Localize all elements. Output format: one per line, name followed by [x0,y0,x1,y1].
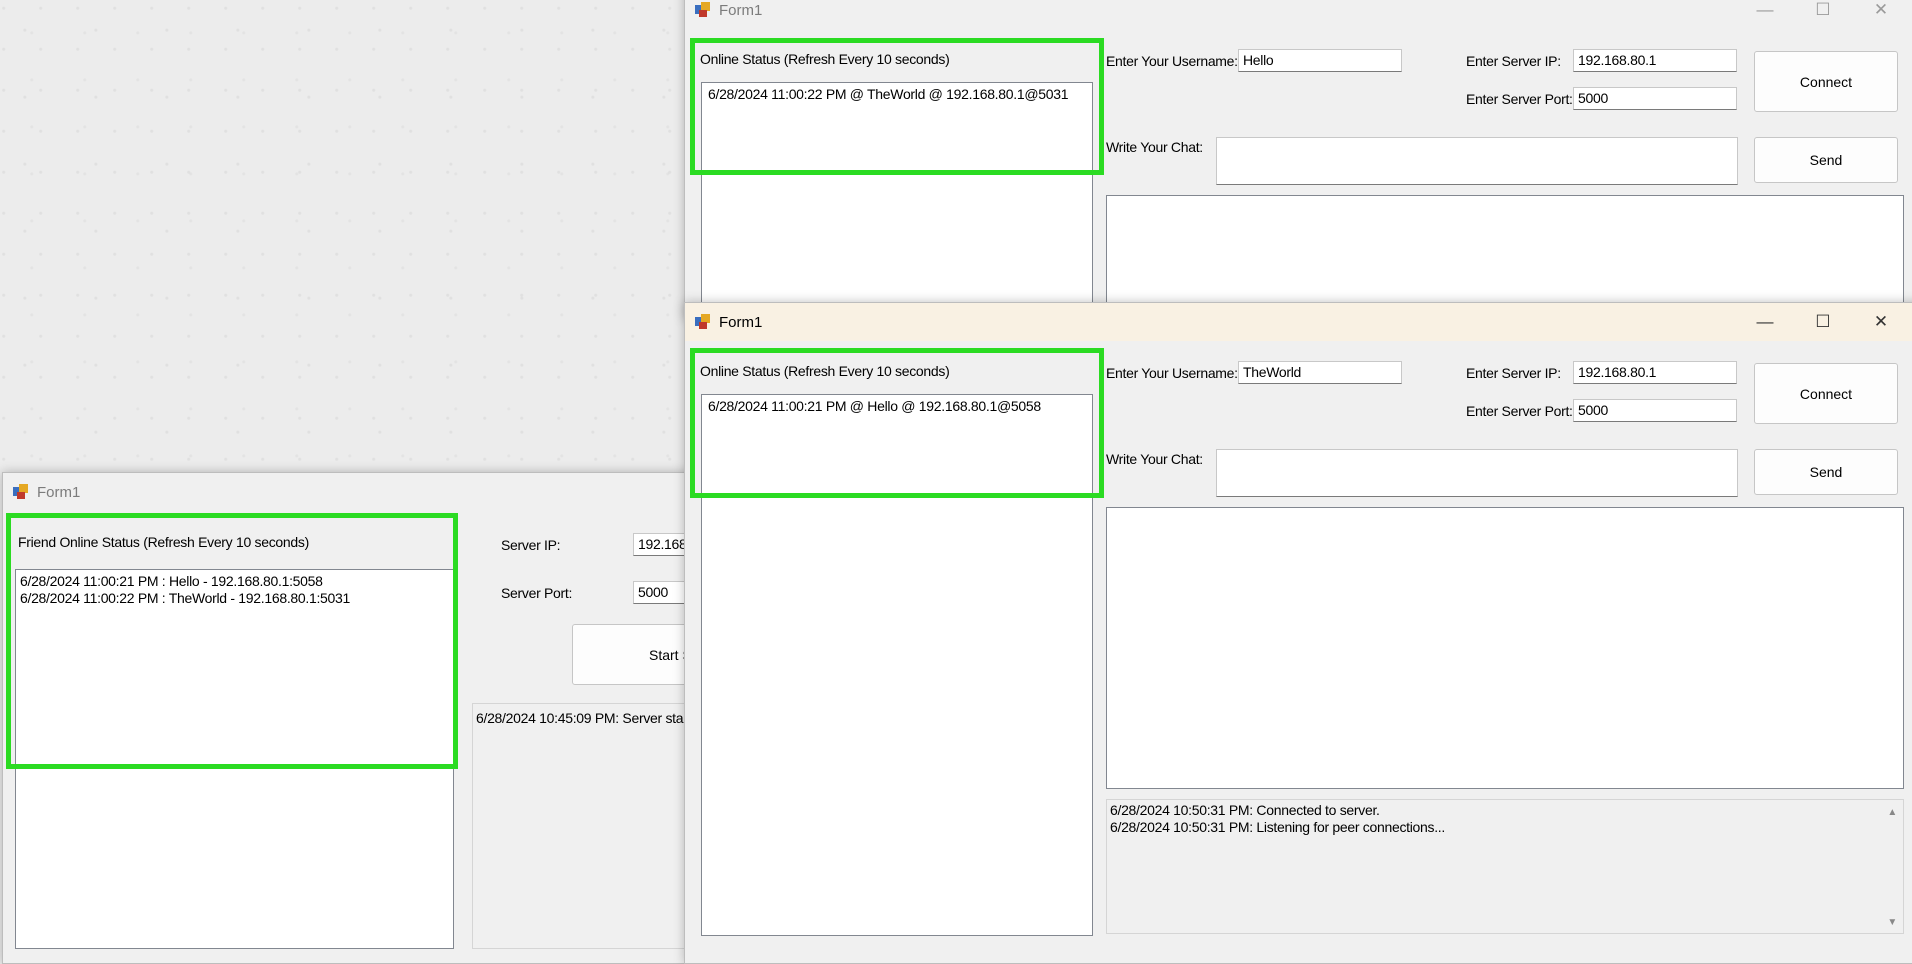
online-status-list[interactable]: 6/28/2024 11:00:22 PM @ TheWorld @ 192.1… [701,82,1093,319]
online-status-list[interactable]: 6/28/2024 11:00:21 PM @ Hello @ 192.168.… [701,394,1093,936]
client-world-window: Form1 — ☐ ✕ Online Status (Refresh Every… [684,302,1912,964]
minimize-icon[interactable]: — [1736,303,1794,341]
connect-label: Connect [1799,73,1853,90]
list-item[interactable]: 6/28/2024 11:00:21 PM @ Hello @ 192.168.… [706,398,1088,415]
chat-input[interactable] [1216,449,1738,497]
client-hello-titlebar[interactable]: Form1 — ☐ ✕ [685,0,1912,29]
window-title: Form1 [719,313,763,331]
chat-label: Write Your Chat: [1106,451,1203,467]
server-port-label: Enter Server Port: [1466,91,1573,107]
friend-status-list[interactable]: 6/28/2024 11:00:21 PM : Hello - 192.168.… [15,569,454,949]
server-ip-label: Enter Server IP: [1466,365,1561,381]
server-port-field[interactable]: 5000 [1573,399,1737,422]
log-line: 6/28/2024 10:50:31 PM: Connected to serv… [1110,802,1380,818]
log-line: 6/28/2024 10:50:31 PM: Listening for pee… [1110,819,1445,835]
client-world-titlebar[interactable]: Form1 — ☐ ✕ [685,303,1912,341]
connect-button[interactable]: Connect [1754,363,1898,424]
send-button[interactable]: Send [1754,449,1898,495]
list-item[interactable]: 6/28/2024 11:00:22 PM @ TheWorld @ 192.1… [706,86,1088,103]
send-button[interactable]: Send [1754,137,1898,183]
friend-status-label: Friend Online Status (Refresh Every 10 s… [18,534,309,550]
app-icon [13,484,29,500]
log-line: 6/28/2024 10:45:09 PM: Server started [476,710,704,726]
server-ip-label: Enter Server IP: [1466,53,1561,69]
username-field[interactable]: Hello [1238,49,1402,72]
online-status-label: Online Status (Refresh Every 10 seconds) [700,51,950,67]
server-ip-label: Server IP: [501,537,561,553]
scroll-up-icon[interactable]: ▲ [1887,804,1897,821]
maximize-icon[interactable]: ☐ [1794,303,1852,341]
server-ip-field[interactable]: 192.168.80.1 [1573,49,1737,72]
send-label: Send [1809,152,1843,168]
username-label: Enter Your Username: [1106,365,1238,381]
chat-input[interactable] [1216,137,1738,185]
close-icon[interactable]: ✕ [1852,303,1910,341]
connect-label: Connect [1799,385,1853,402]
server-titlebar[interactable]: Form1 [3,473,703,511]
app-icon [695,2,711,18]
list-item[interactable]: 6/28/2024 11:00:21 PM : Hello - 192.168.… [20,573,449,590]
username-field[interactable]: TheWorld [1238,361,1402,384]
server-ip-field[interactable]: 192.168.80.1 [1573,361,1737,384]
window-title: Form1 [37,483,81,501]
server-port-label: Enter Server Port: [1466,403,1573,419]
connection-log[interactable]: 6/28/2024 10:50:31 PM: Connected to serv… [1106,799,1904,934]
send-label: Send [1809,464,1843,480]
chat-history [1106,507,1904,789]
maximize-icon[interactable]: ☐ [1794,0,1852,29]
username-label: Enter Your Username: [1106,53,1238,69]
server-log: 6/28/2024 10:45:09 PM: Server started [472,703,704,949]
close-icon[interactable]: ✕ [1852,0,1910,29]
window-title: Form1 [719,1,763,19]
server-port-label: Server Port: [501,585,573,601]
connect-button[interactable]: Connect [1754,51,1898,112]
chat-label: Write Your Chat: [1106,139,1203,155]
server-window: Form1 Friend Online Status (Refresh Ever… [2,472,704,964]
list-item[interactable]: 6/28/2024 11:00:22 PM : TheWorld - 192.1… [20,590,449,607]
client-hello-window: Form1 — ☐ ✕ Online Status (Refresh Every… [684,0,1912,320]
server-port-field[interactable]: 5000 [1573,87,1737,110]
minimize-icon[interactable]: — [1736,0,1794,29]
scroll-down-icon[interactable]: ▼ [1887,914,1897,931]
app-icon [695,314,711,330]
online-status-label: Online Status (Refresh Every 10 seconds) [700,363,950,379]
